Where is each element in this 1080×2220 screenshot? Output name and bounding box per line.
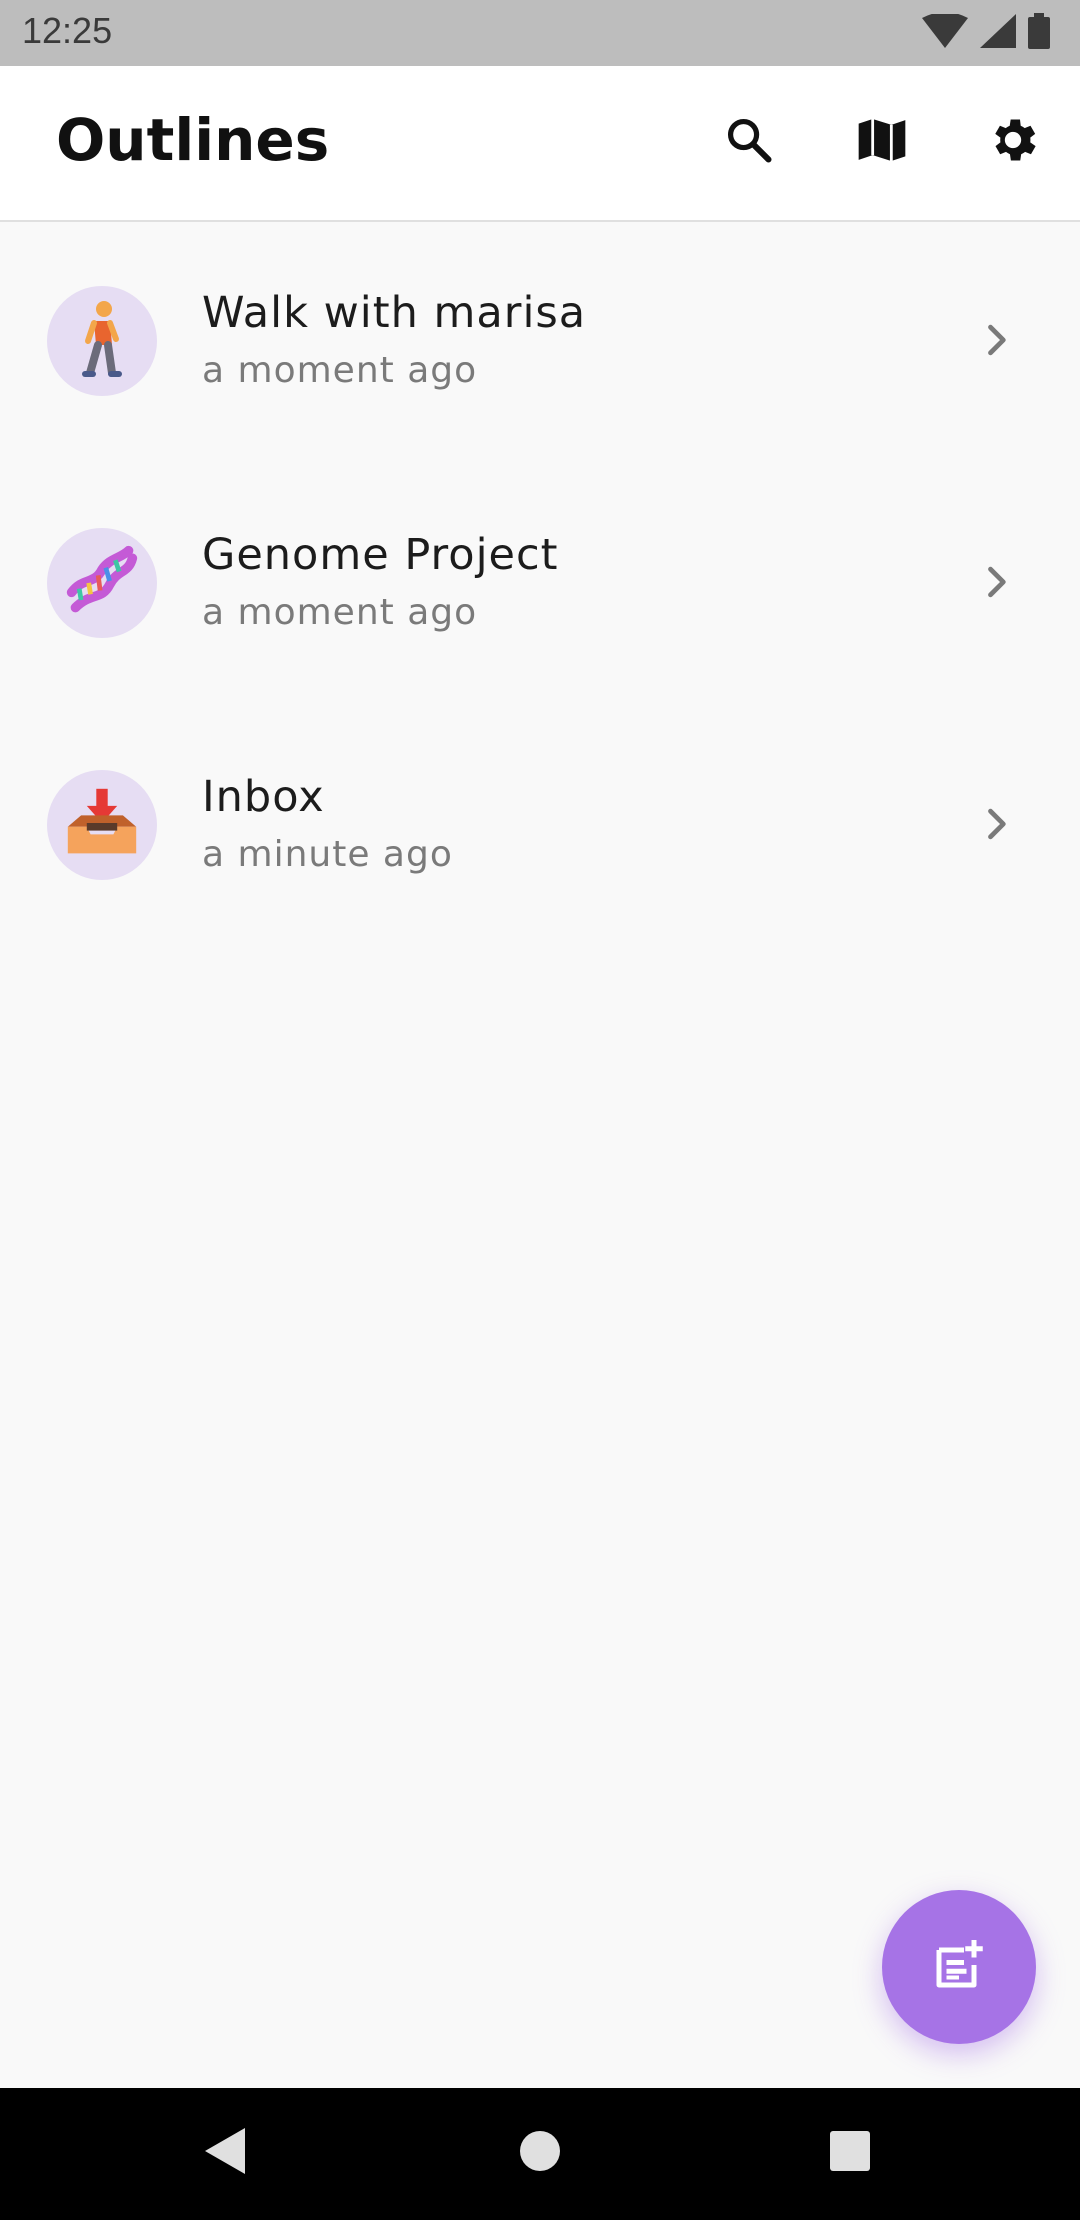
chevron-right-icon [974,802,1018,846]
avatar [47,286,157,396]
gear-icon [985,112,1041,172]
search-button[interactable] [717,110,781,174]
avatar [47,770,157,880]
status-icons [922,12,1050,53]
new-outline-button[interactable] [882,1890,1036,2044]
app-bar: Outlines [0,66,1080,222]
item-subtitle: a minute ago [202,834,453,875]
home-icon [518,2129,562,2177]
item-subtitle: a moment ago [202,592,478,633]
settings-button[interactable] [981,110,1045,174]
map-button[interactable] [850,110,914,174]
signal-icon [980,14,1016,52]
recents-button[interactable] [815,2118,885,2188]
item-title: Walk with marisa [202,288,587,338]
back-icon [201,2126,249,2180]
outline-list: Walk with marisa a moment ago Genome Pro… [0,222,1080,948]
status-time: 12:25 [22,10,113,51]
battery-icon [1028,13,1050,53]
chevron-right-icon [974,560,1018,604]
list-item[interactable]: Walk with marisa a moment ago [0,222,1080,464]
page-title: Outlines [56,106,330,174]
list-item[interactable]: Inbox a minute ago [0,706,1080,948]
search-icon [723,114,775,170]
screen: 12:25 Outlines Walk with marisa a moment… [0,0,1080,2220]
home-button[interactable] [505,2118,575,2188]
back-button[interactable] [190,2118,260,2188]
note-add-icon [929,1935,989,1999]
dna-icon [64,543,140,623]
item-subtitle: a moment ago [202,350,478,391]
item-title: Genome Project [202,530,559,580]
wifi-icon [922,12,968,52]
map-icon [854,112,910,172]
person-walking-icon [74,299,130,383]
recents-icon [829,2130,871,2176]
chevron-right-icon [974,318,1018,362]
navigation-bar [0,2088,1080,2220]
status-bar: 12:25 [0,0,1080,66]
list-item[interactable]: Genome Project a moment ago [0,464,1080,706]
item-title: Inbox [202,772,325,822]
avatar [47,528,157,638]
inbox-tray-icon [64,785,140,865]
